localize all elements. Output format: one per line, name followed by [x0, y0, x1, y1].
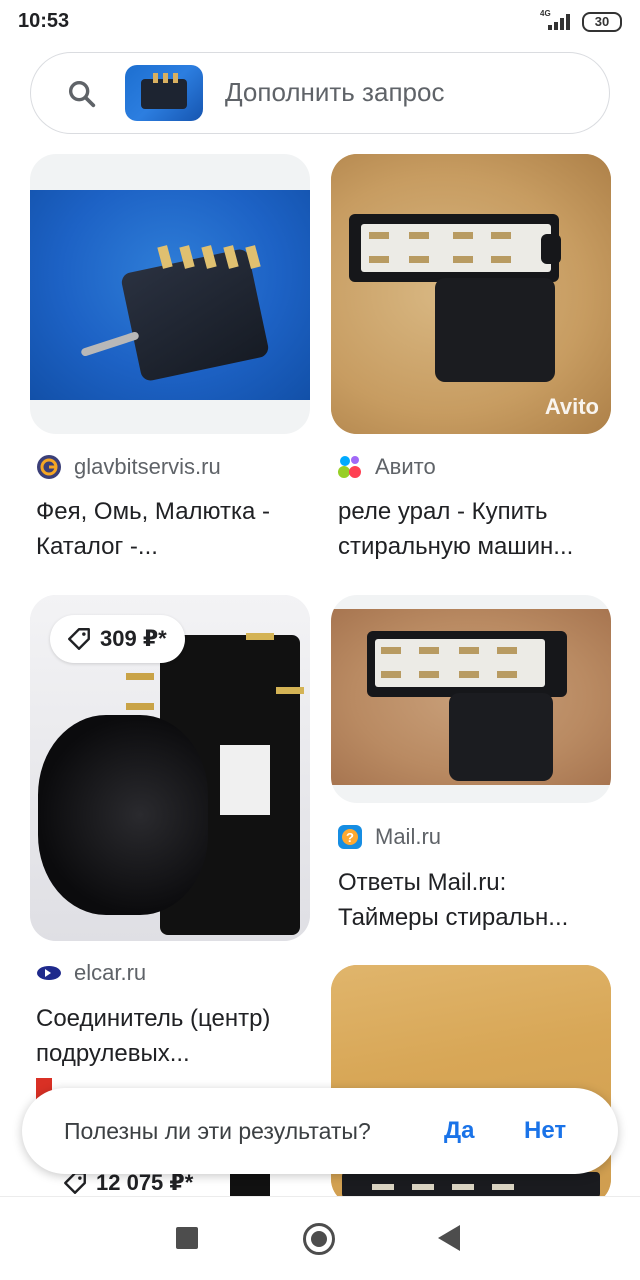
result-source[interactable]: glavbitservis.ru: [36, 452, 221, 482]
feedback-question: Полезны ли эти результаты?: [64, 1118, 371, 1144]
status-bar: 10:53 4G 30: [0, 0, 640, 44]
result-image[interactable]: [30, 154, 310, 434]
elcar-eye-icon: [37, 966, 61, 980]
avito-dots-icon: [338, 456, 361, 478]
mailru-question-icon: ?: [338, 825, 362, 849]
result-image[interactable]: 309 ₽*: [30, 595, 310, 941]
battery-level: 30: [594, 14, 610, 29]
back-icon[interactable]: [438, 1225, 460, 1251]
battery-icon: 30: [582, 12, 622, 32]
avito-watermark: Avito: [544, 394, 599, 419]
result-image[interactable]: [331, 595, 611, 803]
feedback-no-button[interactable]: Нет: [524, 1117, 566, 1145]
result-source[interactable]: elcar.ru: [36, 958, 146, 988]
feedback-yes-button[interactable]: Да: [444, 1117, 474, 1145]
price-value: 309 ₽*: [100, 626, 167, 651]
result-title[interactable]: Соединитель (центр) подрулевых...: [36, 1001, 316, 1071]
price-tag: 309 ₽*: [50, 615, 185, 663]
result-image[interactable]: Avito: [331, 154, 611, 434]
result-title[interactable]: реле урал - Купить стиральную машин...: [338, 494, 618, 564]
recent-apps-icon[interactable]: [176, 1227, 198, 1249]
result-image-partial[interactable]: [342, 1172, 600, 1198]
g-circle-icon: [37, 455, 61, 479]
search-image-thumbnail[interactable]: [125, 65, 203, 121]
navigation-bar: [0, 1196, 640, 1280]
search-bar[interactable]: Дополнить запрос: [30, 52, 610, 134]
result-source[interactable]: Авито: [337, 452, 436, 482]
result-source[interactable]: ? Mail.ru: [337, 822, 441, 852]
signal-icon: [538, 12, 572, 30]
search-icon[interactable]: [65, 77, 99, 111]
price-tag-icon: [68, 628, 90, 650]
search-input[interactable]: Дополнить запрос: [225, 77, 444, 108]
feedback-popup: Полезны ли эти результаты? Да Нет: [22, 1088, 618, 1174]
svg-text:?: ?: [346, 830, 354, 845]
status-time: 10:53: [18, 10, 70, 32]
result-title[interactable]: Ответы Mail.ru: Таймеры стиральн...: [338, 865, 618, 935]
home-icon[interactable]: [303, 1223, 335, 1255]
result-title[interactable]: Фея, Омь, Малютка - Каталог -...: [36, 494, 306, 564]
